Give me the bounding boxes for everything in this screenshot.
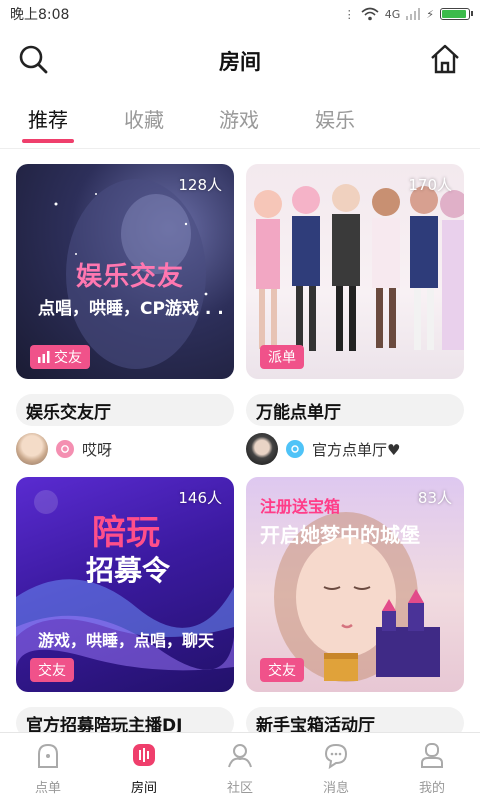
poster-subline: 点唱，哄睡，CP游戏 . . bbox=[38, 299, 224, 319]
poster-headline: 注册送宝箱 bbox=[260, 497, 341, 516]
room-cover-image[interactable]: 娱乐交友 点唱，哄睡，CP游戏 . . 128人 交友 bbox=[16, 164, 234, 379]
nav-item-order[interactable]: 点单 bbox=[13, 741, 83, 796]
room-tag-label: 交友 bbox=[268, 663, 296, 679]
tab-games[interactable]: 游戏 bbox=[219, 104, 259, 133]
room-tag: 派单 bbox=[260, 345, 304, 369]
listener-count: 128人 bbox=[178, 176, 222, 194]
wifi-icon bbox=[361, 7, 379, 21]
tab-favorites[interactable]: 收藏 bbox=[124, 104, 164, 133]
listener-count: 170人 bbox=[408, 176, 452, 194]
host-avatar[interactable] bbox=[16, 433, 48, 465]
room-host[interactable]: 哎呀 bbox=[16, 432, 112, 466]
room-tag: 交友 bbox=[260, 658, 304, 682]
charging-icon: ⚡ bbox=[426, 7, 434, 21]
poster-headline: 娱乐交友 bbox=[76, 262, 185, 292]
room-cover-image[interactable]: 陪玩 招募令 游戏，哄睡，点唱，聊天 146人 交友 bbox=[16, 477, 234, 692]
room-title[interactable]: 娱乐交友厅 bbox=[16, 394, 234, 426]
tab-recommend[interactable]: 推荐 bbox=[28, 104, 68, 133]
nav-item-room[interactable]: 房间 bbox=[109, 741, 179, 796]
message-icon bbox=[324, 743, 348, 770]
host-name: 哎呀 bbox=[82, 440, 113, 459]
nav-item-community[interactable]: 社区 bbox=[205, 741, 275, 796]
listener-count: 146人 bbox=[178, 489, 222, 507]
order-icon bbox=[38, 743, 58, 768]
tabs-divider bbox=[0, 148, 480, 149]
poster-subline: 开启她梦中的城堡 bbox=[260, 523, 420, 547]
status-icons: ⋮ 4G ⚡ bbox=[343, 7, 473, 21]
official-badge-icon bbox=[286, 440, 304, 458]
poster-features: 游戏，哄睡，点唱，聊天 bbox=[38, 631, 215, 650]
alarm-icon: ⋮ bbox=[343, 7, 355, 21]
bars-icon bbox=[38, 351, 50, 363]
tab-entertainment[interactable]: 娱乐 bbox=[315, 104, 355, 133]
nav-label: 消息 bbox=[322, 781, 349, 796]
room-tag: 交友 bbox=[30, 345, 90, 369]
network-label: 4G bbox=[384, 7, 401, 21]
nav-label: 我的 bbox=[418, 781, 445, 796]
status-bar: 晚上8:08 ⋮ 4G ⚡ bbox=[0, 0, 480, 28]
status-time: 晚上8:08 bbox=[10, 7, 70, 23]
room-icon bbox=[133, 744, 155, 766]
bottom-nav: 点单 房间 社区 消息 我的 bbox=[0, 732, 480, 800]
chat-bubble-icon bbox=[56, 440, 74, 458]
nav-label: 点单 bbox=[34, 781, 61, 796]
community-icon bbox=[228, 744, 252, 768]
nav-item-profile[interactable]: 我的 bbox=[397, 741, 467, 796]
room-tag: 交友 bbox=[30, 658, 74, 682]
room-cover-image[interactable]: 170人 派单 bbox=[246, 164, 464, 379]
room-tag-label: 交友 bbox=[54, 350, 82, 366]
category-tabs: 推荐 收藏 游戏 娱乐 bbox=[0, 104, 480, 148]
host-name: 官方点单厅♥ bbox=[312, 440, 401, 459]
nav-label: 房间 bbox=[130, 781, 157, 796]
host-avatar[interactable] bbox=[246, 433, 278, 465]
room-cover-image[interactable]: 注册送宝箱 开启她梦中的城堡 83人 交友 bbox=[246, 477, 464, 692]
room-tag-label: 派单 bbox=[268, 350, 296, 366]
room-host[interactable]: 官方点单厅♥ bbox=[246, 432, 400, 466]
nav-item-message[interactable]: 消息 bbox=[301, 741, 371, 796]
active-tab-indicator bbox=[22, 139, 74, 143]
room-title[interactable]: 万能点单厅 bbox=[246, 394, 464, 426]
listener-count: 83人 bbox=[417, 489, 452, 507]
room-tag-label: 交友 bbox=[38, 663, 66, 679]
battery-icon bbox=[440, 8, 473, 20]
signal-icon bbox=[406, 8, 421, 20]
nav-label: 社区 bbox=[226, 781, 253, 796]
profile-icon bbox=[421, 743, 443, 768]
home-icon[interactable] bbox=[428, 42, 462, 76]
page-title: 房间 bbox=[219, 50, 261, 74]
poster-headline: 陪玩 bbox=[92, 513, 160, 553]
app-header: 房间 bbox=[0, 38, 480, 84]
poster-subline: 招募令 bbox=[86, 554, 171, 587]
